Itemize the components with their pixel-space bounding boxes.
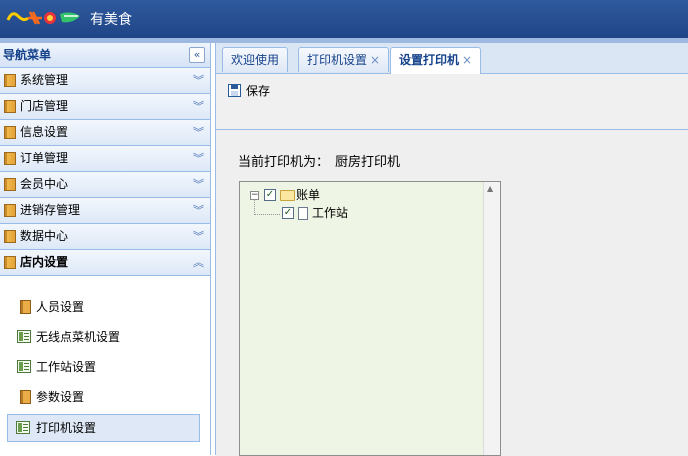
chevron-up-icon: ︽ [193,256,204,269]
book-icon [20,300,31,314]
tab-configure-printer[interactable]: 设置打印机 × [390,47,482,74]
tree-node-label: 账单 [296,188,321,202]
bill-checkbox[interactable]: ✓ [264,189,276,201]
save-button[interactable]: 保存 [228,82,270,100]
chevron-down-icon: ︾ [193,204,204,217]
sidebar-item-staff-settings[interactable]: 人员设置 [8,294,202,320]
sidebar-header: 导航菜单 « [0,43,210,68]
folder-icon [4,100,16,113]
menu-group-label: 信息设置 [20,125,69,139]
sidebar-item-workstation-settings[interactable]: 工作站设置 [8,354,202,380]
tree-node-bill: − ✓ 账单 [240,187,480,203]
folder-icon [4,152,16,165]
logo-icon [6,11,80,25]
in-store-sub-menu: 人员设置 无线点菜机设置 工作站设置 参数设置 打印机设置 [0,276,210,442]
collapse-sidebar-button[interactable]: « [189,47,205,63]
content-area: 当前打印机为： 厨房打印机 − ✓ 账单 ✓ 工作站 ▲ [216,130,688,456]
tab-label: 打印机设置 [307,53,368,67]
sidebar-item-wireless-ordering-settings[interactable]: 无线点菜机设置 [8,324,202,350]
menu-group-data[interactable]: 数据中心 ︾ [0,224,210,250]
menu-group-members[interactable]: 会员中心 ︾ [0,172,210,198]
app-header: 有美食 [0,0,688,38]
file-icon [298,207,308,220]
sidebar-item-label: 工作站设置 [36,360,97,374]
menu-group-label: 门店管理 [20,99,69,113]
chevron-down-icon: ︾ [193,74,204,87]
folder-icon [4,178,16,191]
navigation-sidebar: 导航菜单 « 系统管理 ︾ 门店管理 ︾ 信息设置 ︾ 订单管理 ︾ 会员中心 … [0,43,211,455]
form-icon [17,360,31,373]
folder-icon [4,256,16,269]
menu-group-system[interactable]: 系统管理 ︾ [0,68,210,94]
scroll-up-icon[interactable]: ▲ [487,184,493,193]
chevron-down-icon: ︾ [193,152,204,165]
menu-group-label: 系统管理 [20,73,69,87]
tab-strip: 欢迎使用 打印机设置 × 设置打印机 × [216,43,688,74]
chevron-down-icon: ︾ [193,230,204,243]
sidebar-item-parameter-settings[interactable]: 参数设置 [8,384,202,410]
current-printer-line: 当前打印机为： 厨房打印机 [238,151,400,170]
save-button-label: 保存 [246,84,271,98]
sidebar-item-printer-settings[interactable]: 打印机设置 [7,414,200,442]
menu-group-store[interactable]: 门店管理 ︾ [0,94,210,120]
menu-group-inventory[interactable]: 进销存管理 ︾ [0,198,210,224]
sidebar-item-label: 参数设置 [36,390,85,404]
tab-welcome[interactable]: 欢迎使用 [222,47,289,72]
tree-scrollbar[interactable]: ▲ [483,182,500,455]
app-title: 有美食 [90,12,132,28]
chevron-down-icon: ︾ [193,178,204,191]
main-panel: 欢迎使用 打印机设置 × 设置打印机 × 保存 当前打印机为： 厨房打印机 − ✓ [215,43,688,456]
close-icon[interactable]: × [370,53,380,67]
tree-node-label: 工作站 [312,206,349,220]
current-printer-value: 厨房打印机 [335,155,401,170]
menu-group-orders[interactable]: 订单管理 ︾ [0,146,210,172]
close-icon[interactable]: × [462,53,472,67]
menu-group-label: 进销存管理 [20,203,81,217]
tab-label: 欢迎使用 [231,53,280,67]
folder-icon [4,74,16,87]
folder-icon [4,230,16,243]
save-icon [228,84,241,97]
folder-open-icon [280,190,295,201]
menu-group-label: 店内设置 [20,255,69,269]
sidebar-title: 导航菜单 [3,48,52,62]
menu-group-label: 订单管理 [20,151,69,165]
tree-node-workstation: ✓ 工作站 [240,205,480,221]
form-icon [17,330,31,343]
printer-tree: − ✓ 账单 ✓ 工作站 ▲ [239,181,501,456]
menu-group-label: 会员中心 [20,177,69,191]
menu-group-info[interactable]: 信息设置 ︾ [0,120,210,146]
menu-group-label: 数据中心 [20,229,69,243]
tab-printer-settings[interactable]: 打印机设置 × [298,47,390,72]
collapse-toggle-icon[interactable]: − [250,191,259,200]
book-icon [20,390,31,404]
sidebar-item-label: 无线点菜机设置 [36,330,121,344]
folder-icon [4,204,16,217]
sidebar-item-label: 人员设置 [36,300,85,314]
folder-icon [4,126,16,139]
tab-label: 设置打印机 [399,53,460,67]
form-icon [16,421,30,434]
chevron-down-icon: ︾ [193,126,204,139]
workstation-checkbox[interactable]: ✓ [282,207,294,219]
chevron-down-icon: ︾ [193,100,204,113]
menu-group-in-store[interactable]: 店内设置 ︽ [0,250,210,276]
toolbar: 保存 [216,74,688,130]
current-printer-label: 当前打印机为： [238,155,330,170]
sidebar-item-label: 打印机设置 [36,421,97,435]
